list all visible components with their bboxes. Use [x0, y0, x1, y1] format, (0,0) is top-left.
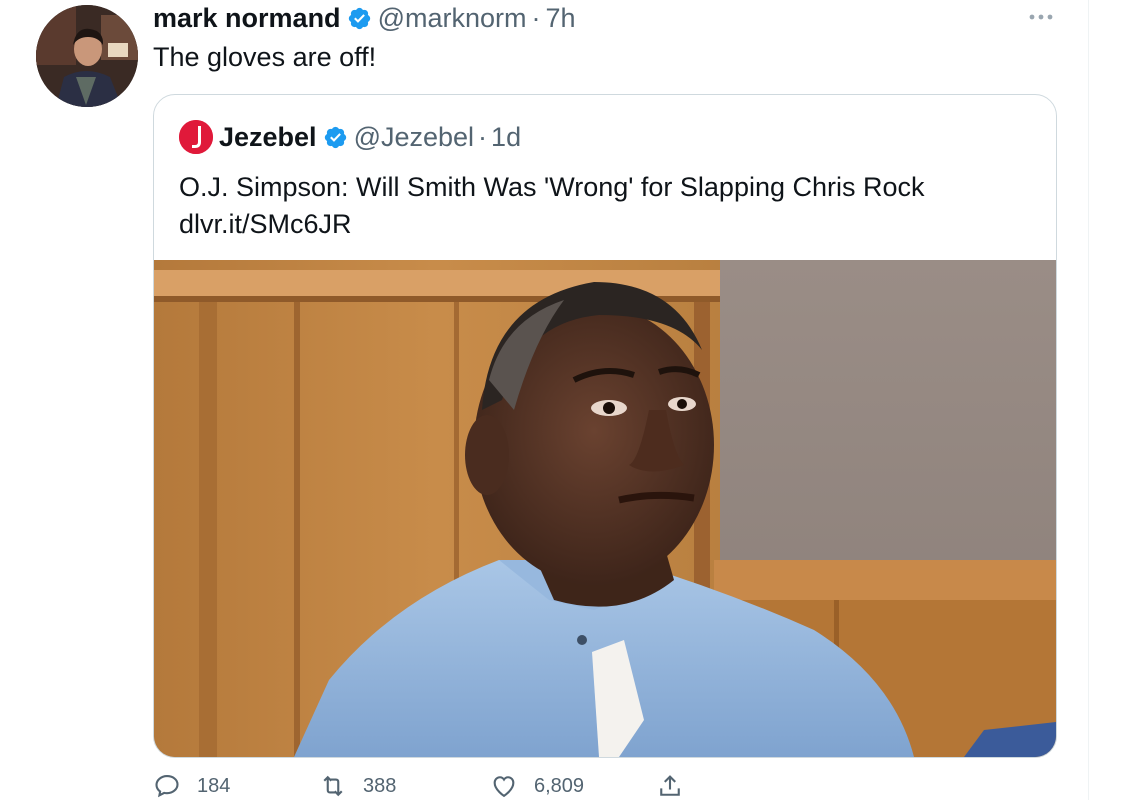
- retweet-icon: [323, 775, 343, 797]
- more-options-button[interactable]: [1026, 2, 1056, 32]
- avatar-photo: [36, 5, 138, 107]
- quoted-author-name[interactable]: Jezebel: [219, 122, 317, 153]
- quoted-author-handle[interactable]: @Jezebel: [354, 122, 474, 153]
- more-dots-icon: [1029, 14, 1053, 20]
- quoted-separator-dot: ·: [478, 121, 488, 152]
- author-handle[interactable]: @marknorm: [378, 3, 527, 34]
- quoted-tweet-photo[interactable]: [154, 260, 1056, 757]
- separator-dot: ·: [531, 2, 541, 33]
- heart-icon: [493, 776, 515, 798]
- reply-icon: [155, 775, 179, 798]
- jezebel-logo-icon: [179, 120, 213, 154]
- quoted-tweet-text: O.J. Simpson: Will Smith Was 'Wrong' for…: [179, 169, 925, 243]
- share-icon: [660, 775, 680, 796]
- author-name[interactable]: mark normand: [153, 3, 341, 34]
- verified-badge-icon: [348, 7, 370, 29]
- tweet-text: The gloves are off!: [153, 42, 377, 72]
- quoted-timestamp[interactable]: 1d: [491, 122, 521, 153]
- jezebel-j-icon: [179, 120, 213, 154]
- reply-count: 184: [197, 774, 231, 797]
- tweet-action-bar: 184 388 6,809: [153, 772, 753, 806]
- quoted-headline: O.J. Simpson: Will Smith Was 'Wrong' for…: [179, 172, 925, 202]
- retweet-count: 388: [363, 774, 397, 797]
- tweet-header: mark normand @marknorm · 7h: [153, 2, 576, 34]
- author-avatar[interactable]: [36, 5, 138, 107]
- tweet-timestamp[interactable]: 7h: [545, 3, 575, 34]
- like-count: 6,809: [534, 774, 585, 797]
- retweet-action[interactable]: 388: [319, 772, 396, 800]
- share-action[interactable]: [656, 772, 684, 800]
- like-action[interactable]: 6,809: [490, 772, 584, 800]
- quoted-tweet-header: Jezebel @Jezebel · 1d: [179, 119, 521, 155]
- quoted-link[interactable]: dlvr.it/SMc6JR: [179, 206, 925, 243]
- quoted-tweet-card[interactable]: Jezebel @Jezebel · 1d O.J. Simpson: Will…: [153, 94, 1057, 758]
- quoted-verified-badge-icon: [324, 126, 346, 148]
- timeline-column-border: [1088, 0, 1089, 800]
- reply-action[interactable]: 184: [153, 772, 230, 800]
